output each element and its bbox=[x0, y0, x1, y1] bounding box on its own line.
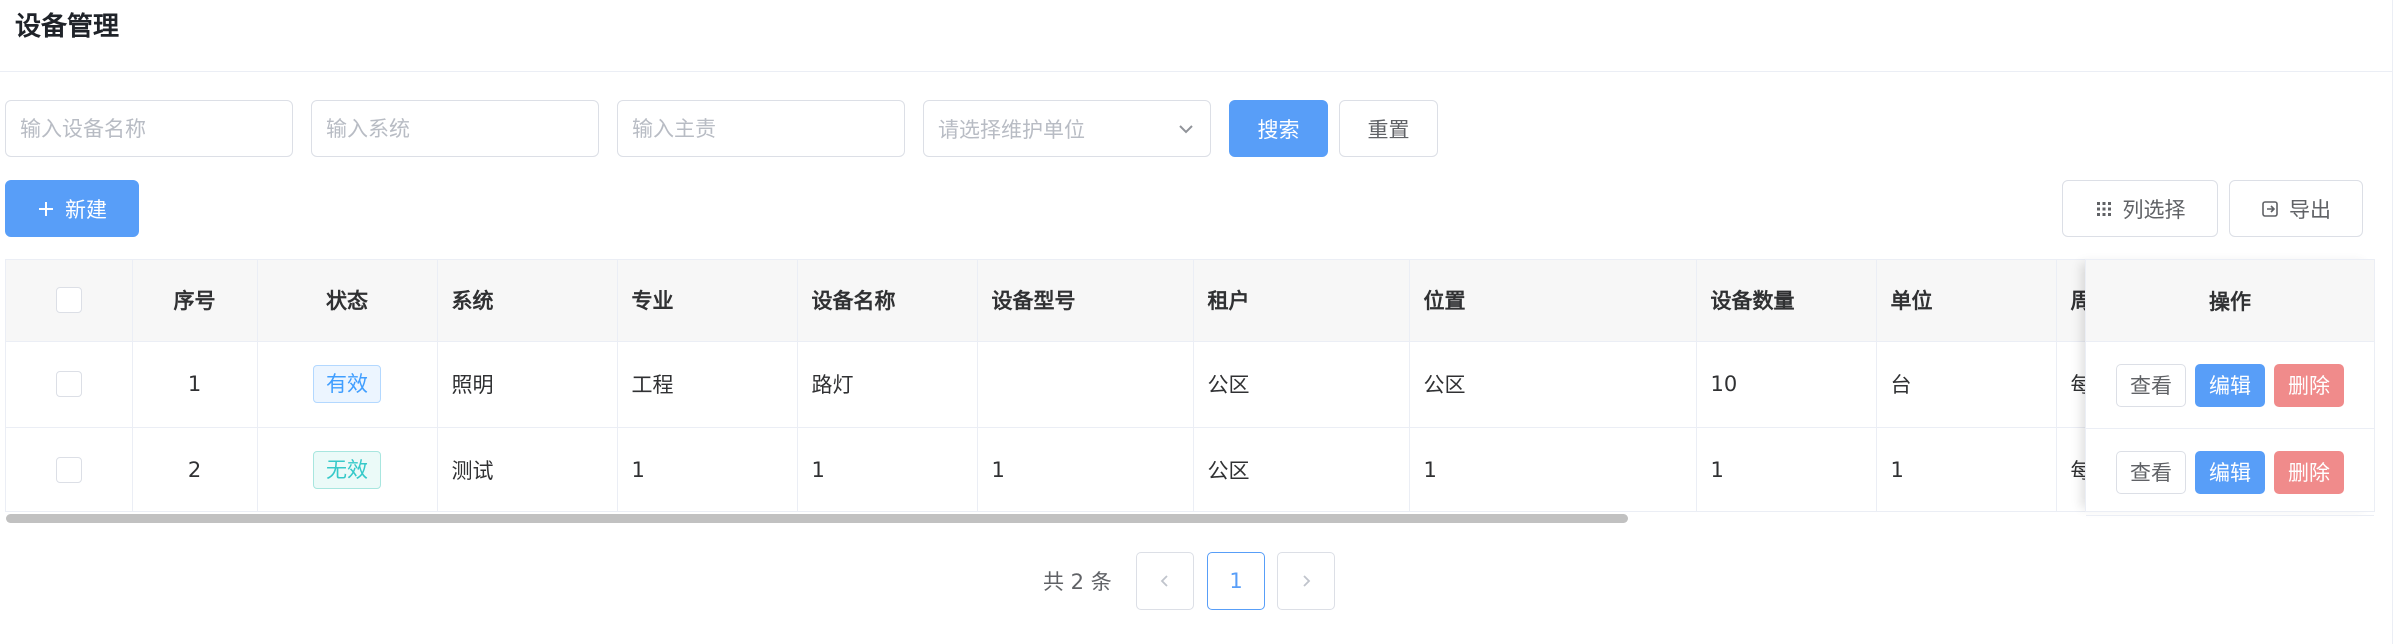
header-actions: 操作 bbox=[2086, 260, 2374, 342]
maintenance-unit-placeholder: 请选择维护单位 bbox=[938, 117, 1085, 142]
cell-quantity: 1 bbox=[1696, 427, 1877, 511]
cell-unit: 台 bbox=[1876, 341, 2057, 428]
delete-button[interactable]: 删除 bbox=[2274, 450, 2344, 494]
cell-device-model bbox=[977, 341, 1194, 428]
search-button[interactable]: 搜索 bbox=[1229, 100, 1328, 157]
header-device-model: 设备型号 bbox=[977, 260, 1194, 342]
cell-device-model: 1 bbox=[977, 427, 1194, 511]
page-right-border bbox=[2392, 0, 2393, 644]
plus-icon bbox=[39, 201, 53, 216]
select-all-checkbox[interactable] bbox=[55, 287, 82, 314]
header-status: 状态 bbox=[257, 260, 438, 342]
prev-page-button[interactable] bbox=[1136, 552, 1194, 610]
table-row: 2 无效 测试 1 1 1 公区 1 1 1 每 bbox=[6, 427, 2207, 511]
cell-tenant: 公区 bbox=[1193, 341, 1410, 428]
title-divider bbox=[0, 71, 2392, 72]
cell-index: 2 bbox=[132, 427, 258, 511]
system-input[interactable] bbox=[312, 101, 598, 156]
status-badge: 无效 bbox=[313, 451, 381, 489]
header-system: 系统 bbox=[437, 260, 618, 342]
cell-index: 1 bbox=[132, 341, 258, 428]
next-page-button[interactable] bbox=[1277, 552, 1335, 610]
row-checkbox[interactable] bbox=[55, 457, 82, 483]
owner-input[interactable] bbox=[618, 101, 904, 156]
cell-tenant: 公区 bbox=[1193, 427, 1410, 511]
system-field-wrapper bbox=[311, 100, 599, 157]
cell-location: 公区 bbox=[1409, 341, 1697, 428]
new-button-label: 新建 bbox=[65, 197, 107, 222]
header-tenant: 租户 bbox=[1193, 260, 1410, 342]
header-select-all bbox=[6, 260, 133, 342]
header-location: 位置 bbox=[1409, 260, 1697, 342]
cell-major: 工程 bbox=[617, 341, 798, 428]
cell-location: 1 bbox=[1409, 427, 1697, 511]
reset-button-label: 重置 bbox=[1367, 117, 1410, 142]
cell-status: 无效 bbox=[257, 427, 438, 511]
owner-field-wrapper bbox=[617, 100, 905, 157]
cell-status: 有效 bbox=[257, 341, 438, 428]
reset-button[interactable]: 重置 bbox=[1339, 100, 1438, 157]
export-icon bbox=[2262, 200, 2278, 217]
search-button-label: 搜索 bbox=[1257, 117, 1300, 142]
status-badge: 有效 bbox=[313, 365, 381, 403]
table-header-row: 序号 状态 系统 专业 设备名称 设备型号 租户 位置 设备数量 单位 周 bbox=[6, 260, 2207, 342]
column-select-button[interactable]: 列选择 bbox=[2062, 180, 2218, 237]
header-major: 专业 bbox=[617, 260, 798, 342]
header-quantity: 设备数量 bbox=[1696, 260, 1877, 342]
export-button-label: 导出 bbox=[2289, 197, 2331, 222]
cell-unit: 1 bbox=[1876, 427, 2057, 511]
chevron-down-icon bbox=[1179, 124, 1193, 133]
horizontal-scrollbar[interactable] bbox=[6, 514, 1628, 523]
maintenance-unit-select[interactable]: 请选择维护单位 bbox=[923, 100, 1211, 157]
edit-button[interactable]: 编辑 bbox=[2195, 363, 2265, 407]
chevron-right-icon bbox=[1303, 575, 1311, 587]
action-column: 操作 查看 编辑 删除 查看 编辑 删除 bbox=[2085, 259, 2375, 516]
delete-button[interactable]: 删除 bbox=[2274, 363, 2344, 407]
page-title: 设备管理 bbox=[15, 12, 120, 42]
cell-system: 测试 bbox=[437, 427, 618, 511]
view-button[interactable]: 查看 bbox=[2116, 363, 2186, 407]
edit-button[interactable]: 编辑 bbox=[2195, 450, 2265, 494]
device-name-field-wrapper bbox=[5, 100, 293, 157]
cell-quantity: 10 bbox=[1696, 341, 1877, 428]
grid-icon bbox=[2096, 201, 2111, 216]
device-table: 序号 状态 系统 专业 设备名称 设备型号 租户 位置 设备数量 单位 周 1 … bbox=[5, 259, 2373, 512]
export-button[interactable]: 导出 bbox=[2229, 180, 2363, 237]
table-row: 1 有效 照明 工程 路灯 公区 公区 10 台 每 bbox=[6, 341, 2207, 428]
row-select-cell bbox=[6, 341, 133, 428]
pagination-total: 共 2 条 bbox=[1043, 570, 1112, 594]
chevron-left-icon bbox=[1160, 575, 1168, 587]
action-row: 查看 编辑 删除 bbox=[2086, 429, 2374, 516]
header-index: 序号 bbox=[132, 260, 258, 342]
cell-device-name: 路灯 bbox=[797, 341, 978, 428]
row-checkbox[interactable] bbox=[55, 371, 82, 397]
view-button[interactable]: 查看 bbox=[2116, 450, 2186, 494]
new-button[interactable]: 新建 bbox=[5, 180, 139, 237]
header-unit: 单位 bbox=[1876, 260, 2057, 342]
page-button-current[interactable]: 1 bbox=[1207, 552, 1265, 610]
cell-system: 照明 bbox=[437, 341, 618, 428]
cell-device-name: 1 bbox=[797, 427, 978, 511]
device-name-input[interactable] bbox=[6, 101, 292, 156]
action-row: 查看 编辑 删除 bbox=[2086, 342, 2374, 429]
row-select-cell bbox=[6, 427, 133, 511]
column-select-label: 列选择 bbox=[2122, 197, 2186, 222]
header-device-name: 设备名称 bbox=[797, 260, 978, 342]
cell-major: 1 bbox=[617, 427, 798, 511]
